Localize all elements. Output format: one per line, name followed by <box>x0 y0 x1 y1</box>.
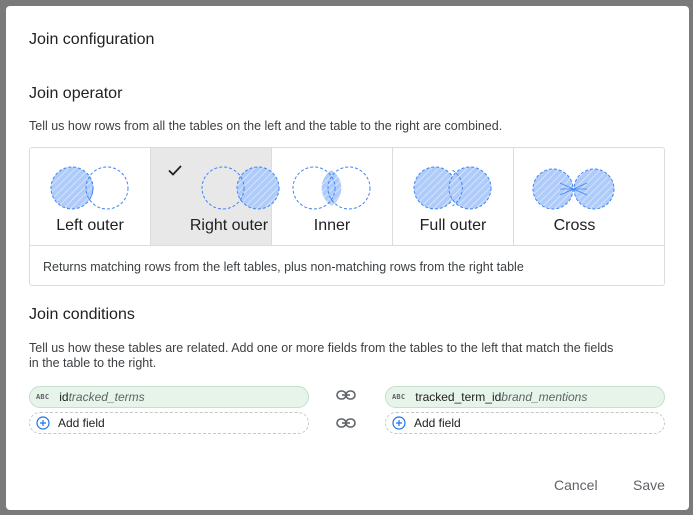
link-icon <box>336 418 356 428</box>
join-conditions-description: Tell us how these tables are related. Ad… <box>29 341 613 371</box>
cross-join-icon <box>532 168 615 210</box>
text-type-badge: ABC <box>36 393 50 401</box>
left-field-name: id <box>59 390 69 404</box>
join-operator-description: Tell us how rows from all the tables on … <box>29 119 503 133</box>
operator-left-outer[interactable]: Left outer <box>30 148 151 245</box>
right-add-field-button[interactable]: Add field <box>385 412 665 434</box>
join-conditions-description-line1: Tell us how these tables are related. Ad… <box>29 341 614 355</box>
checkmark-icon <box>168 165 182 176</box>
operator-inner[interactable]: Inner <box>272 148 393 245</box>
operator-label: Full outer <box>419 217 487 234</box>
operator-label: Inner <box>313 217 351 234</box>
join-operator-title: Join operator <box>29 85 123 102</box>
right-field-pill[interactable]: ABC tracked_term_id brand_mentions <box>385 386 665 408</box>
left-add-field-button[interactable]: Add field <box>29 412 309 434</box>
operator-right-outer[interactable]: Right outer <box>151 148 280 245</box>
right-field-table: brand_mentions <box>501 390 588 404</box>
join-operator-options: Left outer Right outer Inner Full outer … <box>30 148 664 246</box>
full-outer-venn-icon <box>413 166 492 210</box>
operator-cross[interactable]: Cross <box>514 148 635 245</box>
text-type-badge: ABC <box>392 393 406 401</box>
left-outer-venn-icon <box>50 166 129 210</box>
inner-venn-icon <box>292 166 371 210</box>
save-button[interactable]: Save <box>633 477 665 493</box>
operator-label: Cross <box>553 217 596 234</box>
join-operator-selector: Left outer Right outer Inner Full outer … <box>29 147 665 286</box>
left-field-table: tracked_terms <box>68 390 145 404</box>
operator-full-outer[interactable]: Full outer <box>393 148 514 245</box>
add-circle-icon <box>392 416 406 430</box>
operator-label: Left outer <box>56 217 124 234</box>
join-conditions-description-line2: in the table to the right. <box>29 356 157 370</box>
link-icon <box>336 390 356 400</box>
operator-description: Returns matching rows from the left tabl… <box>43 260 524 274</box>
cancel-button[interactable]: Cancel <box>554 477 598 493</box>
right-field-name: tracked_term_id <box>415 390 502 404</box>
add-circle-icon <box>36 416 50 430</box>
left-field-pill[interactable]: ABC id tracked_terms <box>29 386 309 408</box>
add-field-label: Add field <box>58 416 105 430</box>
dialog-title: Join configuration <box>29 31 155 48</box>
join-configuration-dialog: Join configuration Join operator Tell us… <box>6 6 689 510</box>
operator-label: Right outer <box>189 217 269 234</box>
add-field-label: Add field <box>414 416 461 430</box>
join-conditions-title: Join conditions <box>29 306 135 323</box>
